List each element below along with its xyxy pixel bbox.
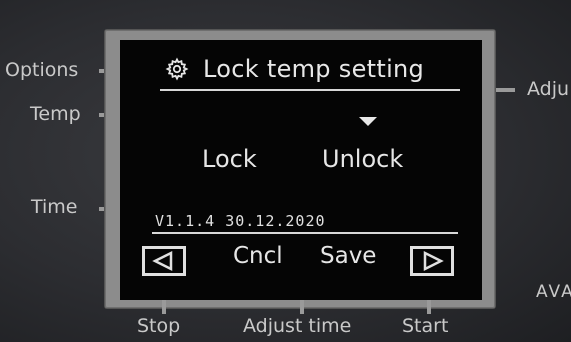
temp-label: Temp bbox=[30, 103, 81, 125]
start-label: Start bbox=[402, 315, 449, 337]
cancel-button[interactable]: Cncl bbox=[233, 243, 283, 269]
adjust-right-tick bbox=[493, 88, 515, 92]
left-arrow-button[interactable] bbox=[142, 246, 186, 276]
right-arrow-icon bbox=[423, 250, 444, 272]
screen-title-row: Lock temp setting bbox=[165, 52, 424, 86]
option-unlock[interactable]: Unlock bbox=[322, 145, 403, 173]
save-button[interactable]: Save bbox=[320, 243, 376, 269]
adjust-right-label: Adju bbox=[527, 78, 570, 100]
version-text: V1.1.4 30.12.2020 bbox=[155, 212, 326, 230]
screen-title: Lock temp setting bbox=[203, 55, 425, 83]
options-label: Options bbox=[5, 59, 79, 81]
ava-label: AVA bbox=[536, 282, 571, 302]
title-divider bbox=[160, 89, 460, 91]
stop-label: Stop bbox=[137, 315, 181, 337]
selection-caret-icon bbox=[359, 117, 377, 126]
gear-icon bbox=[165, 57, 189, 81]
right-arrow-button[interactable] bbox=[410, 246, 454, 276]
stop-tick bbox=[162, 300, 166, 314]
adjust-time-tick bbox=[300, 300, 304, 314]
left-arrow-icon bbox=[152, 250, 173, 272]
option-lock[interactable]: Lock bbox=[202, 145, 257, 173]
device-panel: Options Temp Time Adju AVA Lock temp set… bbox=[0, 0, 571, 342]
start-tick bbox=[427, 300, 431, 314]
adjust-time-label: Adjust time bbox=[243, 315, 352, 337]
time-label: Time bbox=[31, 196, 78, 218]
softkey-divider bbox=[152, 232, 458, 234]
